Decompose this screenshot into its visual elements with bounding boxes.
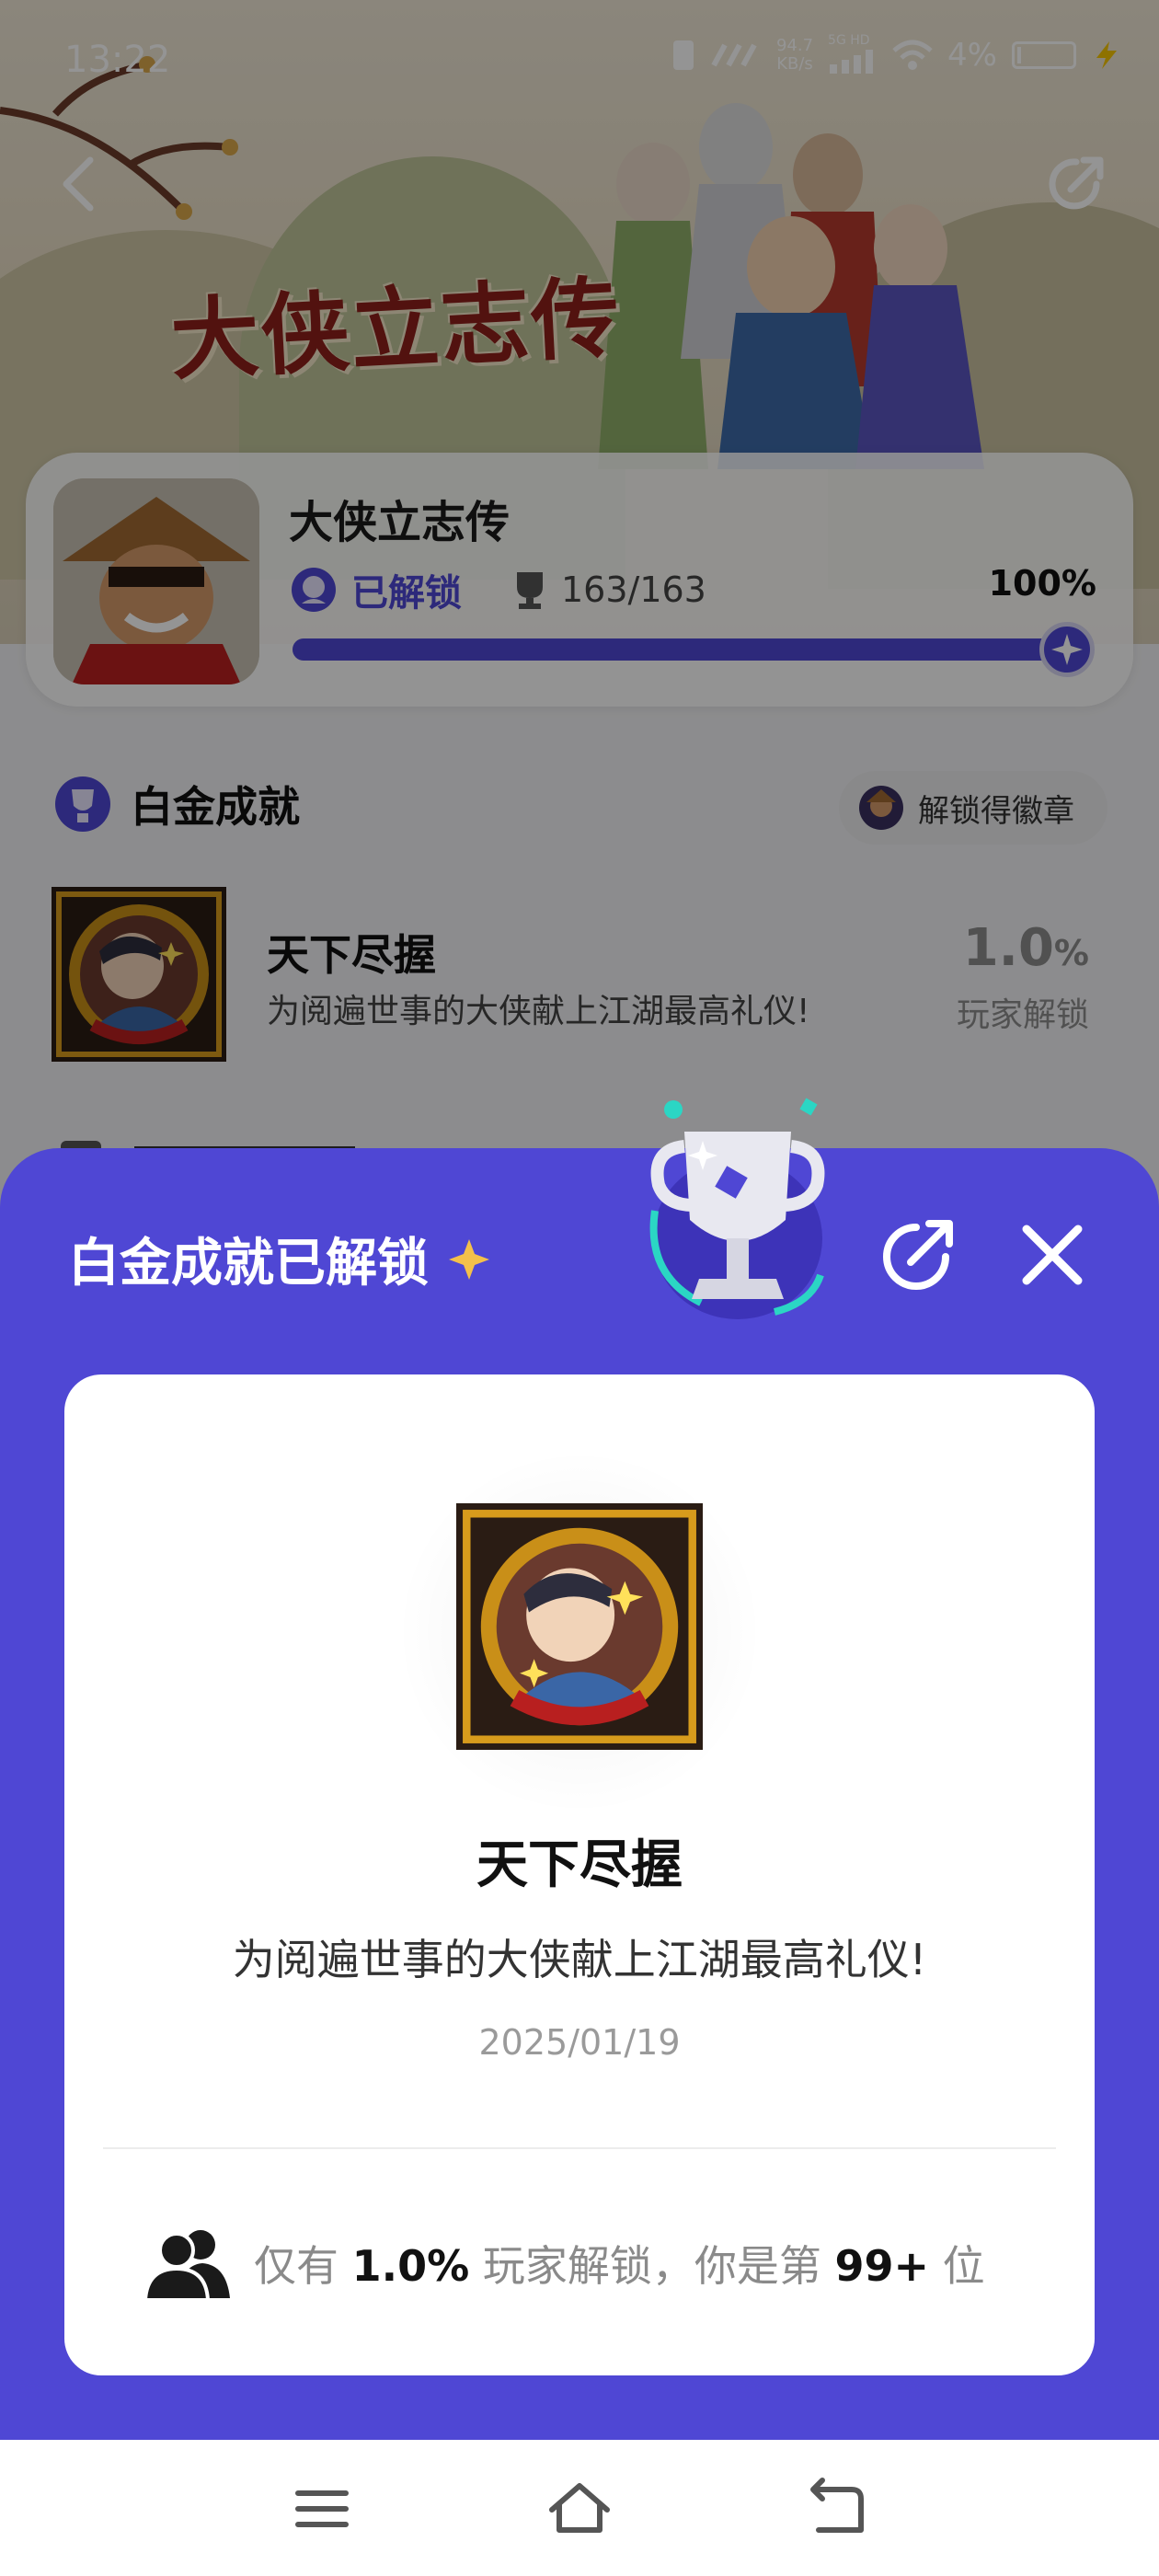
divider xyxy=(103,2147,1056,2149)
trophy-illustration xyxy=(649,1098,825,1319)
achievement-large-icon xyxy=(456,1503,703,1750)
stat-rank: 99+ xyxy=(834,2241,930,2291)
stat-middle: 玩家解锁，你是第 xyxy=(482,2241,821,2291)
sheet-title-row: 白金成就已解锁 xyxy=(68,1222,493,1296)
unlock-stat-text: 仅有 1.0% 玩家解锁，你是第 99+ 位 xyxy=(254,2233,985,2294)
home-icon[interactable] xyxy=(543,2477,616,2541)
users-icon xyxy=(143,2230,230,2300)
unlock-stat-row: 仅有 1.0% 玩家解锁，你是第 99+ 位 xyxy=(143,2217,1063,2309)
star-icon xyxy=(449,1238,489,1280)
stat-suffix: 位 xyxy=(942,2241,985,2291)
achievement-description: 为阅遍世事的大侠献上江湖最高礼仪! xyxy=(232,1935,927,1984)
sheet-title: 白金成就已解锁 xyxy=(68,1234,429,1294)
achievement-title: 天下尽握 xyxy=(476,1835,683,1895)
stat-percent: 1.0% xyxy=(351,2241,470,2291)
achievement-detail-card: 天下尽握 为阅遍世事的大侠献上江湖最高礼仪! 2025/01/19 仅有 1.0… xyxy=(64,1374,1095,2375)
share-icon[interactable] xyxy=(874,1211,962,1299)
system-navigation-bar xyxy=(0,2440,1159,2576)
menu-icon[interactable] xyxy=(285,2477,359,2541)
unlock-date: 2025/01/19 xyxy=(478,2022,681,2063)
stat-prefix: 仅有 xyxy=(254,2241,339,2291)
return-icon[interactable] xyxy=(800,2477,874,2541)
close-icon[interactable] xyxy=(1008,1211,1096,1299)
